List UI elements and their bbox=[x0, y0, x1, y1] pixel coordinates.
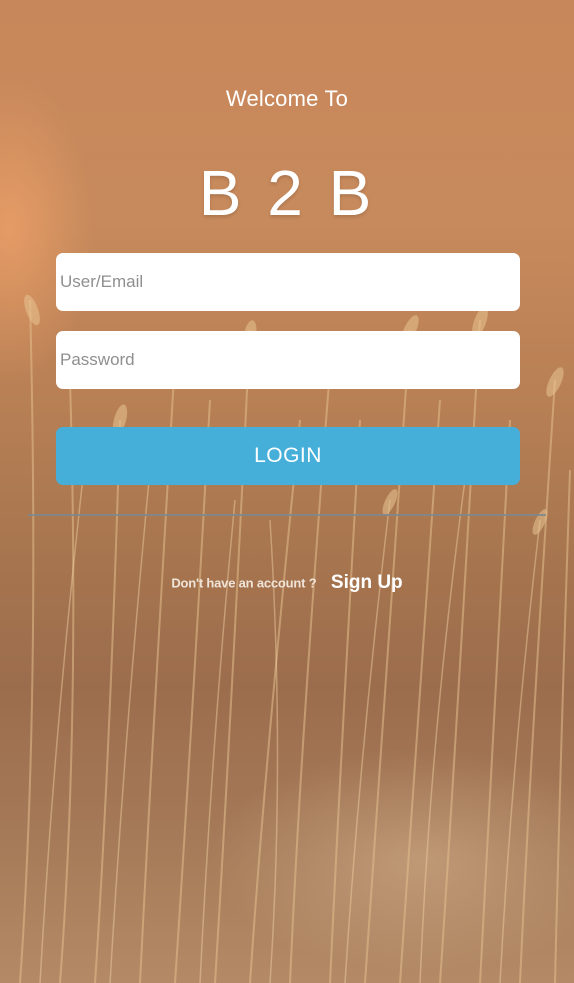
password-field[interactable] bbox=[56, 331, 520, 389]
no-account-text: Don't have an account ? bbox=[171, 575, 317, 591]
user-email-field[interactable] bbox=[56, 253, 520, 311]
signup-prompt: Don't have an account ? Sign Up bbox=[0, 572, 574, 594]
divider bbox=[28, 514, 546, 516]
login-button[interactable]: LOGIN bbox=[56, 427, 520, 485]
signup-link[interactable]: Sign Up bbox=[331, 572, 403, 593]
brand-title: B 2 B bbox=[198, 157, 376, 229]
wheat-field-background bbox=[0, 0, 574, 983]
welcome-text: Welcome To bbox=[225, 86, 349, 111]
wheat-stalks-decoration bbox=[19, 294, 571, 983]
